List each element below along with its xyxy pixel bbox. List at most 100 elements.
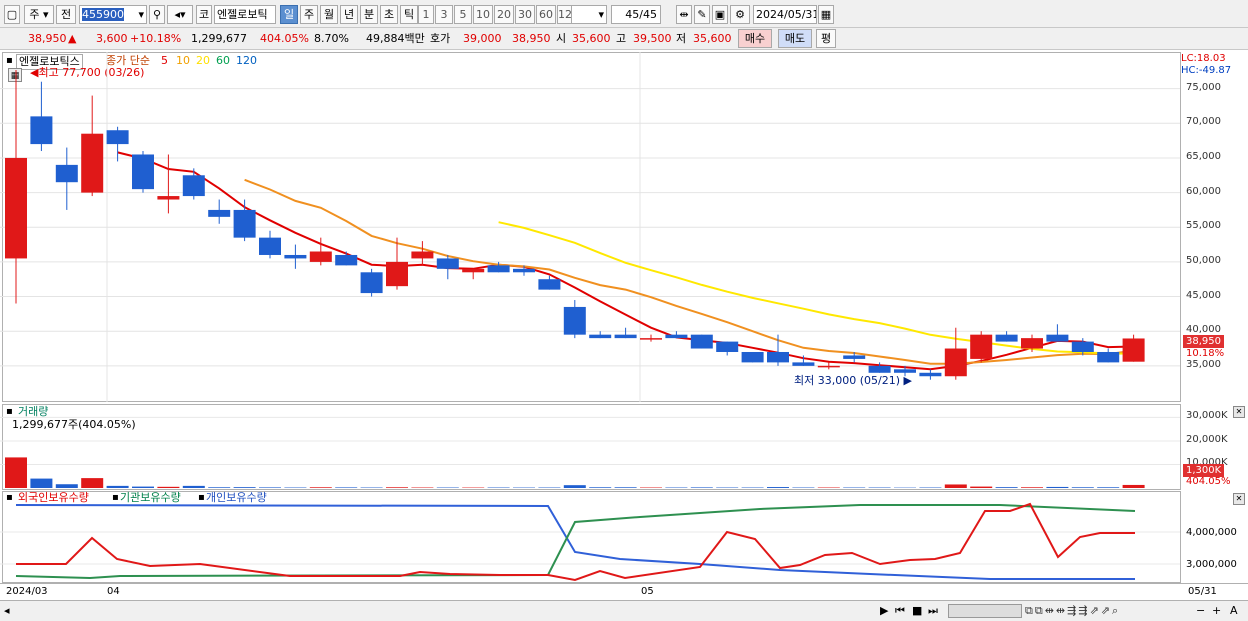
candle (462, 268, 485, 273)
period-button-5[interactable]: 초 (380, 5, 398, 24)
eval-button[interactable]: 평 (816, 29, 836, 48)
interval-button-2[interactable]: 5 (454, 5, 472, 24)
candle (30, 116, 53, 145)
interval-button-0[interactable]: 1 (418, 5, 434, 24)
nav-stop-icon[interactable]: ■ (912, 604, 922, 618)
candle (894, 369, 916, 373)
interval-button-3[interactable]: 10 (473, 5, 493, 24)
date-label-mar: 2024/03 (6, 586, 48, 597)
price-tick: 70,000 (1186, 116, 1221, 128)
close-panel-icon[interactable]: ✕ (1233, 493, 1245, 505)
period-button-1[interactable]: 주 (300, 5, 318, 24)
nav-last-icon[interactable]: ⏭ (928, 604, 938, 618)
buy-button[interactable]: 매수 (738, 29, 772, 48)
candle (843, 355, 866, 359)
interval-button-5[interactable]: 30 (515, 5, 535, 24)
high-label: 고 (616, 32, 627, 45)
fit-icon[interactable]: ⇹ (676, 5, 692, 24)
volume-bar (5, 457, 27, 488)
period-button-0[interactable]: 일 (280, 5, 298, 24)
window-icon[interactable]: ▢ (4, 5, 20, 24)
candle (563, 306, 586, 335)
speaker-icon[interactable]: ◂▾ (167, 5, 193, 24)
draw-icon[interactable]: ✎ (694, 5, 710, 24)
volume-bar (30, 478, 53, 488)
nav-right-icon[interactable]: ▶ (880, 604, 888, 618)
candle (1046, 334, 1069, 342)
calendar-icon[interactable]: ▦ (818, 5, 834, 24)
price-tick: 65,000 (1186, 150, 1221, 162)
candle (792, 362, 815, 366)
nav-first-icon[interactable]: ⏮ (895, 604, 905, 618)
font-size-icon[interactable]: A (1230, 604, 1238, 618)
search-icon[interactable]: ⚲ (149, 5, 165, 24)
interval-button-1[interactable]: 3 (435, 5, 453, 24)
price-chart-svg (0, 52, 1180, 402)
volume-bar (1122, 484, 1145, 488)
volume-bar (1071, 487, 1094, 488)
candle (817, 365, 840, 368)
scroll-thumb[interactable] (948, 604, 1022, 618)
dropdown-icon: ▾ (598, 8, 604, 21)
change-amount: 3,600 (96, 32, 128, 45)
volume-bar (767, 487, 789, 488)
zoom-out-icon[interactable]: − (1196, 604, 1205, 618)
candle (182, 175, 205, 197)
dropdown-icon: ▾ (138, 8, 144, 21)
period-button-4[interactable]: 분 (360, 5, 378, 24)
last-pct-tag: 10.18% (1186, 348, 1225, 359)
candle (259, 237, 281, 255)
price-tick: 60,000 (1186, 185, 1221, 197)
candle (741, 351, 764, 363)
volume-chart-svg (0, 416, 1180, 488)
gear-icon[interactable]: ⚙ (730, 5, 750, 24)
volume-bar (614, 487, 637, 488)
candle (995, 334, 1018, 342)
interval-button-6[interactable]: 60 (536, 5, 556, 24)
candle (1122, 338, 1145, 362)
candle (157, 196, 180, 200)
candle (487, 265, 510, 273)
interval-select[interactable]: ▾ (571, 5, 607, 24)
prev-button[interactable]: 전 (56, 5, 76, 24)
zoom-in-icon[interactable]: + (1212, 604, 1221, 618)
scroll-left-icon[interactable]: ◂ (4, 604, 10, 618)
candle (309, 251, 332, 262)
period-button-3[interactable]: 년 (340, 5, 358, 24)
interval-button-4[interactable]: 20 (494, 5, 514, 24)
holding-tick-3m: 3,000,000 (1186, 559, 1237, 570)
change-percent: +10.18% (130, 32, 182, 45)
candle (1097, 351, 1120, 363)
code-input[interactable]: 455900 ▾ (79, 5, 147, 24)
save-icon[interactable]: ▣ (712, 5, 728, 24)
close-panel-icon[interactable]: ✕ (1233, 406, 1245, 418)
date-input[interactable]: 2024/05/31 (753, 5, 817, 24)
holding-tick-4m: 4,000,000 (1186, 527, 1237, 538)
volume-tick: 20,000K (1186, 433, 1228, 445)
date-label-end: 05/31 (1188, 586, 1217, 597)
sell-button[interactable]: 매도 (778, 29, 812, 48)
volume-bar (259, 487, 281, 488)
holding-chart-svg (0, 502, 1180, 582)
candle (5, 157, 27, 259)
candle (411, 251, 434, 259)
candle (690, 334, 713, 349)
volume-bar (55, 484, 78, 488)
candle (716, 341, 739, 352)
count-field[interactable]: 45/45 (611, 5, 661, 24)
stock-name-field[interactable]: 엔젤로보틱 (214, 5, 276, 24)
low-value: 35,600 (693, 32, 732, 45)
period-button-2[interactable]: 월 (320, 5, 338, 24)
price-tick: 55,000 (1186, 220, 1221, 232)
volume-bar (944, 484, 967, 488)
volume-bar (132, 486, 154, 488)
candle (614, 334, 637, 339)
tool-icons[interactable]: ⧉⧉⇹⇹⇶⇶⇗⇗⌕ (1025, 604, 1120, 618)
volume-bar (81, 478, 104, 488)
market-category[interactable]: 코 (196, 5, 212, 24)
market-select[interactable]: 주 ▾ (24, 5, 54, 24)
hc-value: HC:-49.87 (1181, 65, 1232, 76)
ma-line-20 (498, 221, 1134, 355)
candle (944, 348, 967, 377)
period-button-6[interactable]: 틱 (400, 5, 418, 24)
